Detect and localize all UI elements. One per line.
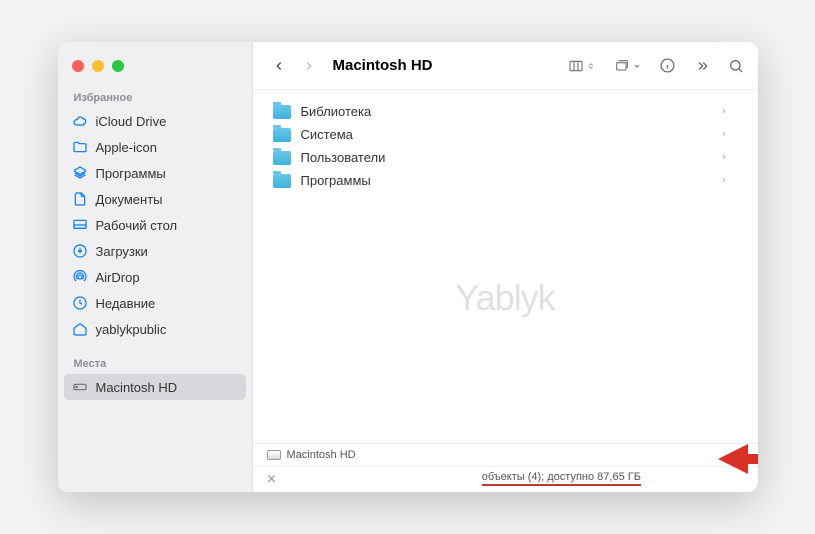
sidebar-item-label: Macintosh HD	[96, 380, 178, 395]
folder-icon	[273, 105, 291, 119]
view-mode-button[interactable]	[567, 58, 595, 74]
sidebar-item-label: Apple-icon	[96, 140, 157, 155]
file-row[interactable]: Система	[253, 123, 758, 146]
sidebar-item-recent[interactable]: Недавние	[58, 290, 252, 316]
sidebar-item-label: Загрузки	[96, 244, 148, 259]
hd-icon	[72, 379, 88, 395]
doc-icon	[72, 191, 88, 207]
download-icon	[72, 243, 88, 259]
sidebar-item-icloud[interactable]: iCloud Drive	[58, 108, 252, 134]
file-row[interactable]: Программы	[253, 169, 758, 192]
file-label: Библиотека	[301, 104, 372, 119]
search-button[interactable]	[728, 58, 744, 74]
sidebar-section-favorites: Избранное	[58, 86, 252, 108]
status-close-button[interactable]: ✕	[267, 472, 277, 486]
file-list[interactable]: Библиотека Система Пользователи Программ…	[253, 90, 758, 443]
window-title: Macintosh HD	[333, 57, 561, 74]
watermark: Yablyk	[455, 277, 554, 319]
back-button[interactable]	[267, 54, 291, 78]
file-row[interactable]: Пользователи	[253, 146, 758, 169]
cloud-icon	[72, 113, 88, 129]
chevron-right-icon	[720, 150, 728, 165]
sidebar-item-desktop[interactable]: Рабочий стол	[58, 212, 252, 238]
hd-small-icon	[267, 450, 281, 460]
sidebar-item-documents[interactable]: Документы	[58, 186, 252, 212]
group-button[interactable]	[613, 58, 641, 74]
status-text: объекты (4); доступно 87,65 ГБ	[482, 471, 641, 486]
sidebar-item-label: AirDrop	[96, 270, 140, 285]
sidebar: Избранное iCloud Drive Apple-icon Програ…	[58, 42, 253, 492]
window-controls	[58, 52, 252, 86]
overflow-button[interactable]	[694, 59, 710, 73]
apps-icon	[72, 165, 88, 181]
airdrop-icon	[72, 269, 88, 285]
sidebar-item-label: iCloud Drive	[96, 114, 167, 129]
file-label: Пользователи	[301, 150, 386, 165]
forward-button[interactable]	[297, 54, 321, 78]
close-button[interactable]	[72, 60, 84, 72]
sidebar-item-label: yablykpublic	[96, 322, 167, 337]
sidebar-item-apps[interactable]: Программы	[58, 160, 252, 186]
minimize-button[interactable]	[92, 60, 104, 72]
file-label: Система	[301, 127, 353, 142]
finder-window: Избранное iCloud Drive Apple-icon Програ…	[58, 42, 758, 492]
sidebar-item-label: Недавние	[96, 296, 156, 311]
sidebar-item-macintosh-hd[interactable]: Macintosh HD	[64, 374, 246, 400]
chevron-right-icon	[720, 127, 728, 142]
folder-icon	[273, 151, 291, 165]
chevron-right-icon	[720, 173, 728, 188]
file-row[interactable]: Библиотека	[253, 100, 758, 123]
toolbar: Macintosh HD	[253, 42, 758, 90]
folder-icon	[273, 128, 291, 142]
sidebar-item-label: Программы	[96, 166, 166, 181]
info-button[interactable]	[659, 57, 676, 74]
home-icon	[72, 321, 88, 337]
chevron-right-icon	[720, 104, 728, 119]
path-bar[interactable]: Macintosh HD	[253, 443, 758, 466]
sidebar-item-label: Документы	[96, 192, 163, 207]
desktop-icon	[72, 217, 88, 233]
file-label: Программы	[301, 173, 371, 188]
sidebar-item-downloads[interactable]: Загрузки	[58, 238, 252, 264]
sidebar-item-apple-icon[interactable]: Apple-icon	[58, 134, 252, 160]
folder-outline-icon	[72, 139, 88, 155]
status-bar: ✕ объекты (4); доступно 87,65 ГБ	[253, 466, 758, 492]
clock-icon	[72, 295, 88, 311]
toolbar-right	[567, 57, 744, 74]
sidebar-item-airdrop[interactable]: AirDrop	[58, 264, 252, 290]
maximize-button[interactable]	[112, 60, 124, 72]
sidebar-item-home[interactable]: yablykpublic	[58, 316, 252, 342]
sidebar-item-label: Рабочий стол	[96, 218, 178, 233]
sidebar-section-locations: Места	[58, 352, 252, 374]
main-panel: Macintosh HD	[253, 42, 758, 492]
folder-icon	[273, 174, 291, 188]
path-label: Macintosh HD	[287, 449, 356, 461]
